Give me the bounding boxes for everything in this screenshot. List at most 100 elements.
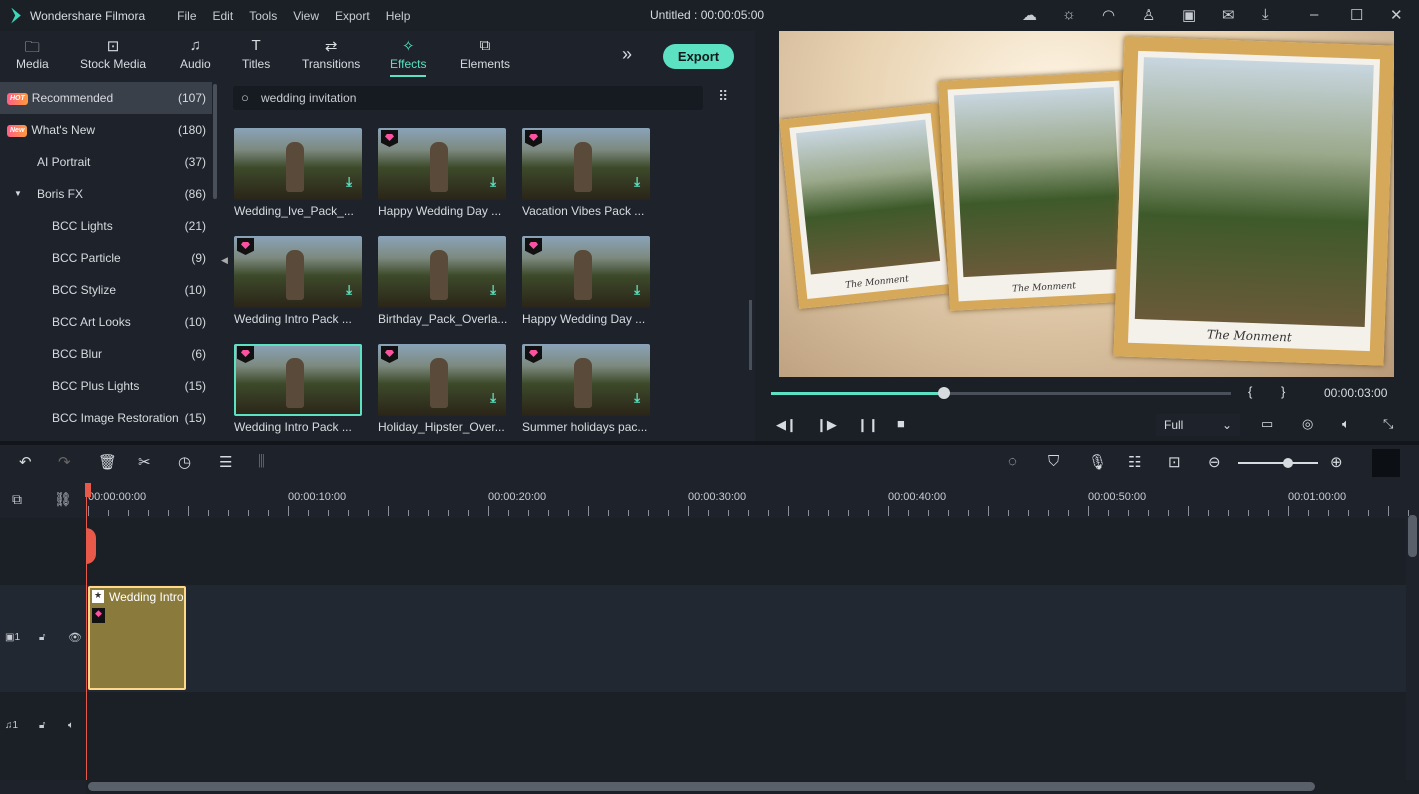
display-icon[interactable]: ▭ <box>1261 416 1273 432</box>
user-icon[interactable]: ♙ <box>1142 6 1155 24</box>
expand-caret-icon[interactable]: ▼ <box>14 178 22 210</box>
delete-icon[interactable]: 🗑︎ <box>98 453 117 471</box>
sidebar-item[interactable]: ▼ Boris FX (86) <box>0 178 212 210</box>
effect-thumbnail[interactable] <box>234 344 362 416</box>
menu-view[interactable]: View <box>293 9 319 23</box>
lock-icon[interactable]: 🔓︎ <box>39 632 45 643</box>
playhead[interactable] <box>85 483 96 780</box>
timeline-hscrollbar[interactable] <box>86 780 1419 794</box>
render-icon[interactable]: ◌ <box>1008 453 1017 470</box>
sidebar-item[interactable]: BCC Art Looks (10) <box>0 306 212 338</box>
search-input[interactable]: ○ wedding invitation <box>233 86 703 110</box>
menu-edit[interactable]: Edit <box>213 9 234 23</box>
fullscreen-icon[interactable]: ⤡ <box>1383 416 1393 432</box>
maximize-icon[interactable]: ☐ <box>1350 6 1363 24</box>
sidebar-item[interactable]: HOT Recommended (107) <box>0 82 212 114</box>
quality-select[interactable]: Full ⌄ <box>1156 414 1240 436</box>
menu-export[interactable]: Export <box>335 9 370 23</box>
download-icon[interactable]: ⤓ <box>634 174 640 190</box>
marker-icon[interactable]: ⛉ <box>1048 453 1059 470</box>
fit-icon[interactable]: ⊡ <box>1168 453 1181 471</box>
speed-icon[interactable]: ◷ <box>178 453 191 471</box>
effect-thumbnail[interactable]: ⤓ <box>522 344 650 416</box>
playback-progress-slider[interactable] <box>771 387 1231 399</box>
bulb-icon[interactable]: ☼ <box>1062 6 1076 23</box>
collapse-sidebar-icon[interactable]: ◀ <box>221 255 228 266</box>
close-icon[interactable]: ✕ <box>1390 6 1403 24</box>
stop-icon[interactable]: ■ <box>897 416 905 431</box>
audio-wave-icon[interactable]: ⫼ <box>258 453 265 470</box>
zoom-out-icon[interactable]: ⊖ <box>1208 453 1221 471</box>
adjust-icon[interactable]: ☰ <box>219 453 232 471</box>
tab-titles[interactable]: T Titles <box>242 37 270 71</box>
progress-knob[interactable] <box>937 387 950 399</box>
sidebar-item[interactable]: BCC Plus Lights (15) <box>0 370 212 402</box>
mark-in-button[interactable]: { <box>1248 384 1252 399</box>
sidebar-item[interactable]: BCC Image Restoration (15) <box>0 402 212 434</box>
minimize-icon[interactable]: – <box>1310 6 1318 23</box>
headset-icon[interactable]: ◠ <box>1102 6 1115 24</box>
step-back-icon[interactable]: ◀❙ <box>776 417 797 433</box>
redo-icon[interactable]: ↷ <box>58 453 71 471</box>
effect-thumbnail[interactable]: ⤓ <box>378 128 506 200</box>
timeline-ruler[interactable]: 00:00:00:00 00:00:10:00 00:00:20:00 00:00:3… <box>86 483 1419 518</box>
save-icon[interactable]: ▣ <box>1182 6 1196 24</box>
playhead-cut-handle[interactable] <box>86 528 96 564</box>
snapshot-icon[interactable]: ◎ <box>1302 416 1313 432</box>
zoom-in-icon[interactable]: ⊕ <box>1330 453 1343 471</box>
tab-effects[interactable]: ✧ Effects <box>390 37 426 77</box>
pause-icon[interactable]: ❙❙ <box>857 417 879 433</box>
download-icon[interactable]: ⤓ <box>490 390 496 406</box>
grid-scrollbar[interactable] <box>749 300 752 370</box>
speaker-icon[interactable]: 🔈︎ <box>68 720 74 731</box>
play-icon[interactable]: ❙▶ <box>816 417 837 433</box>
effect-thumbnail[interactable]: ⤓ <box>522 236 650 308</box>
sidebar-item[interactable]: BCC Particle (9) <box>0 242 212 274</box>
menu-tools[interactable]: Tools <box>249 9 277 23</box>
sidebar-item[interactable]: BCC Stylize (10) <box>0 274 212 306</box>
download-icon[interactable]: ⤓ <box>346 282 352 298</box>
zoom-slider-knob[interactable] <box>1283 458 1293 468</box>
volume-icon[interactable]: 🔈︎ <box>1342 416 1350 432</box>
menu-help[interactable]: Help <box>386 9 411 23</box>
sidebar-item[interactable]: BCC Blur (6) <box>0 338 212 370</box>
zoom-slider[interactable] <box>1238 458 1318 468</box>
grid-view-icon[interactable]: ⠿ <box>718 88 728 105</box>
download-icon[interactable]: ⤓ <box>1262 6 1269 23</box>
menu-file[interactable]: File <box>177 9 196 23</box>
voiceover-icon[interactable]: ☷ <box>1128 453 1141 471</box>
effect-thumbnail[interactable]: ⤓ <box>378 344 506 416</box>
lock-icon[interactable]: 🔓︎ <box>39 720 45 731</box>
add-track-icon[interactable]: ⧉ <box>12 491 22 508</box>
tab-audio[interactable]: ♫ Audio <box>180 37 211 71</box>
download-icon[interactable]: ⤓ <box>346 174 352 190</box>
sidebar-item[interactable]: New What's New (180) <box>0 114 212 146</box>
download-icon[interactable]: ⤓ <box>490 282 496 298</box>
effect-thumbnail[interactable]: ⤓ <box>522 128 650 200</box>
undo-icon[interactable]: ↶ <box>19 453 32 471</box>
cloud-icon[interactable]: ☁ <box>1022 6 1037 24</box>
mic-icon[interactable]: 🎙︎ <box>1088 453 1107 471</box>
sidebar-item[interactable]: AI Portrait (37) <box>0 146 212 178</box>
sidebar-item[interactable]: BCC Lights (21) <box>0 210 212 242</box>
more-tabs-icon[interactable]: » <box>622 44 632 65</box>
tab-elements[interactable]: ⧉ Elements <box>460 37 510 71</box>
effect-thumbnail[interactable]: ⤓ <box>378 236 506 308</box>
timeline-vscrollbar[interactable] <box>1408 515 1417 557</box>
mark-out-button[interactable]: } <box>1281 384 1285 399</box>
cut-icon[interactable]: ✂ <box>138 453 151 471</box>
download-icon[interactable]: ⤓ <box>634 390 640 406</box>
tab-media[interactable]: 🗀︎ Media <box>16 37 49 71</box>
tab-transitions[interactable]: ⇄ Transitions <box>302 37 360 71</box>
download-icon[interactable]: ⤓ <box>490 174 496 190</box>
effect-thumbnail[interactable]: ⤓ <box>234 128 362 200</box>
link-icon[interactable]: ⛓︎ <box>54 491 72 508</box>
timeline-clip[interactable]: ★ Wedding Intro Pack ◆ <box>88 586 186 690</box>
download-icon[interactable]: ⤓ <box>634 282 640 298</box>
mail-icon[interactable]: ✉ <box>1222 6 1235 24</box>
sidebar-scrollbar[interactable] <box>213 84 217 199</box>
tab-stock-media[interactable]: ⊡ Stock Media <box>80 37 146 71</box>
export-button[interactable]: Export <box>663 44 734 69</box>
effect-thumbnail[interactable]: ⤓ <box>234 236 362 308</box>
eye-icon[interactable]: 👁︎ <box>68 631 82 644</box>
